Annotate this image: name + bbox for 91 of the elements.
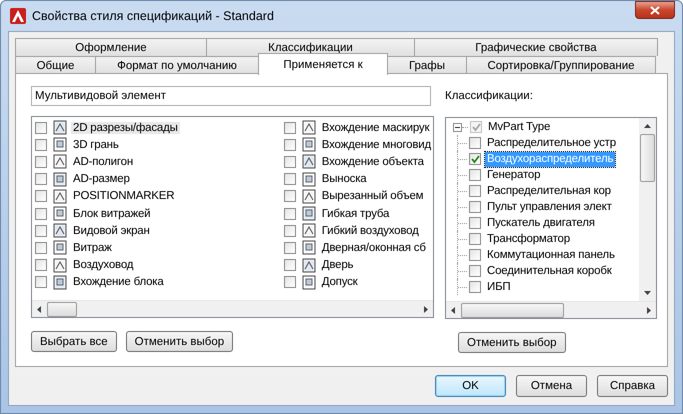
object-type-item[interactable]: Гибкий воздуховод	[320, 224, 421, 237]
window-title: Свойства стиля спецификаций - Standard	[32, 9, 274, 23]
horizontal-scrollbar[interactable]	[446, 301, 656, 318]
object-type-item[interactable]: Дверная/оконная сб	[320, 242, 428, 254]
shape-icon	[300, 274, 317, 290]
shape-icon	[52, 137, 68, 152]
up-arrow-icon	[644, 124, 651, 129]
object-type-item[interactable]: Вхождение блока	[71, 276, 166, 288]
checkbox[interactable]	[35, 190, 47, 202]
shape-icon	[300, 206, 317, 222]
shape-icon	[52, 188, 68, 204]
shape-icon	[52, 120, 68, 136]
object-type-item[interactable]: Дверь	[320, 259, 356, 272]
select-button[interactable]: Отменить выбор	[126, 331, 234, 352]
checkbox[interactable]	[35, 173, 47, 186]
tab[interactable]: Применяется к	[258, 53, 388, 75]
shape-icon	[300, 223, 317, 238]
shape-icon	[300, 188, 317, 204]
right-arrow-icon	[646, 306, 651, 314]
checkbox[interactable]	[284, 276, 296, 288]
shape-icon	[52, 154, 68, 170]
checkbox[interactable]	[284, 156, 296, 168]
checkbox[interactable]	[284, 122, 296, 134]
scrollbar-thumb[interactable]	[47, 302, 77, 316]
object-type-item[interactable]: Видовой экран	[71, 224, 152, 237]
left-arrow-icon	[451, 306, 456, 314]
object-type-item[interactable]: 2D разрезы/фасады	[71, 122, 180, 134]
checkbox[interactable]	[284, 190, 296, 202]
dialog-button[interactable]: Справка	[597, 375, 668, 397]
object-type-item[interactable]: Вхождение маскирук	[320, 122, 432, 134]
object-type-item[interactable]: Витраж	[71, 242, 114, 254]
checkbox[interactable]	[284, 208, 296, 220]
checkbox[interactable]	[284, 242, 296, 254]
object-type-item[interactable]: Вхождение многовид	[320, 138, 433, 151]
checkbox[interactable]	[35, 138, 47, 151]
tab[interactable]: Оформление	[15, 38, 207, 56]
object-type-item[interactable]: AD-размер	[71, 173, 132, 186]
checkbox[interactable]	[284, 259, 296, 272]
close-icon	[650, 6, 660, 14]
object-type-item[interactable]: AD-полигон	[71, 156, 135, 168]
shape-icon	[52, 206, 68, 222]
checkbox[interactable]	[35, 242, 47, 254]
shape-icon	[300, 240, 317, 256]
checkbox[interactable]	[35, 276, 47, 288]
shape-icon	[300, 137, 317, 152]
scrollbar-thumb[interactable]	[640, 134, 655, 182]
dialog-button[interactable]: OK	[435, 375, 506, 397]
object-type-item[interactable]: Гибкая труба	[320, 208, 392, 220]
shape-icon	[52, 240, 68, 256]
shape-icon	[52, 172, 68, 187]
deselect-button[interactable]: Отменить выбор	[458, 332, 566, 353]
object-type-item[interactable]: POSITIONMARKER	[71, 190, 176, 202]
close-button[interactable]	[635, 1, 675, 19]
checkbox[interactable]	[35, 224, 47, 237]
checkbox[interactable]	[35, 122, 47, 134]
tab[interactable]: Графы	[387, 56, 467, 74]
shape-icon	[52, 258, 68, 273]
select-button[interactable]: Выбрать все	[31, 331, 117, 352]
shape-icon	[300, 172, 317, 187]
tab[interactable]: Графические свойства	[414, 38, 658, 56]
checkbox[interactable]	[35, 156, 47, 168]
object-type-item[interactable]: Блок витражей	[71, 208, 152, 220]
dialog-button[interactable]: Отмена	[516, 375, 587, 397]
tab[interactable]: Общие	[15, 56, 96, 74]
vertical-scrollbar[interactable]	[639, 118, 656, 301]
checkbox[interactable]	[284, 138, 296, 151]
shape-icon	[300, 154, 317, 170]
shape-icon	[300, 120, 317, 136]
object-type-item[interactable]: Воздуховод	[71, 259, 136, 272]
left-arrow-icon	[37, 306, 42, 312]
object-type-item[interactable]: Допуск	[320, 276, 360, 288]
shape-icon	[52, 223, 68, 238]
checkbox[interactable]	[35, 259, 47, 272]
object-type-item[interactable]: 3D грань	[71, 138, 121, 151]
down-arrow-icon	[644, 290, 651, 295]
name-field[interactable]: Мультивидовой элемент	[31, 86, 431, 106]
object-type-item[interactable]: Вырезанный объем	[320, 190, 426, 202]
tab[interactable]: Формат по умолчанию	[95, 56, 259, 74]
object-type-item[interactable]: Выноска	[320, 173, 368, 186]
horizontal-scrollbar[interactable]	[32, 300, 433, 317]
triangle-logo-icon	[10, 8, 26, 24]
classifications-label: Классификации:	[445, 90, 534, 104]
shape-icon	[300, 258, 317, 273]
right-arrow-icon	[423, 306, 428, 312]
scrollbar-thumb[interactable]	[461, 302, 564, 318]
checkbox[interactable]	[284, 224, 296, 237]
object-type-item[interactable]: Вхождение объекта	[320, 156, 426, 168]
shape-icon	[52, 274, 68, 290]
checkbox[interactable]	[35, 208, 47, 220]
checkbox[interactable]	[284, 173, 296, 186]
tab[interactable]: Сортировка/Группирование	[466, 56, 656, 74]
